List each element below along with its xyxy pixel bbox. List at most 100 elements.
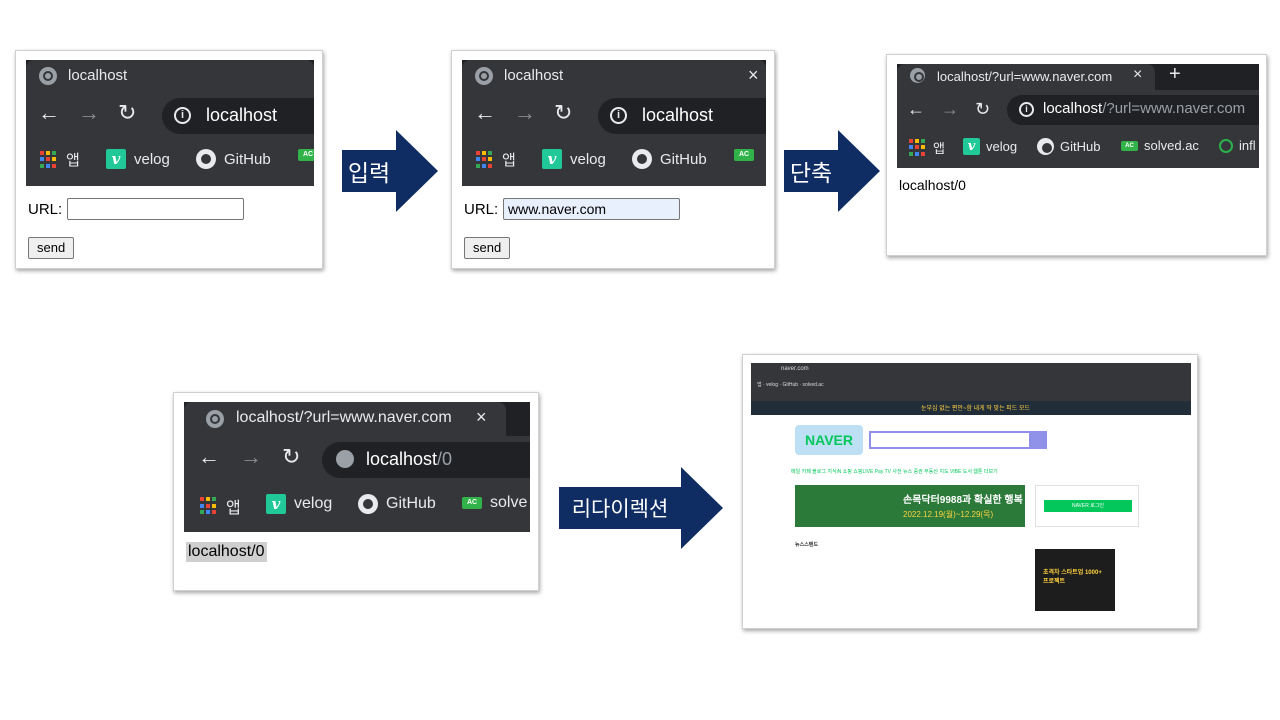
velog-icon: v bbox=[963, 138, 980, 155]
bookmark-github-label: GitHub bbox=[1060, 139, 1101, 154]
bookmark-velog[interactable]: v velog bbox=[542, 149, 606, 169]
naver-login-box: NAVER 로그인 bbox=[1035, 485, 1139, 527]
address-bar[interactable]: i localhost bbox=[162, 98, 314, 134]
reload-icon[interactable]: ↻ bbox=[118, 102, 136, 124]
reload-icon[interactable]: ↻ bbox=[975, 98, 990, 120]
arrow-input-label: 입력 bbox=[342, 150, 396, 192]
forward-arrow-icon[interactable]: → bbox=[78, 102, 100, 124]
forward-arrow-icon[interactable]: → bbox=[240, 446, 262, 468]
bookmark-solved-label: solve bbox=[490, 494, 528, 511]
naver-login-button[interactable]: NAVER 로그인 bbox=[1044, 500, 1132, 512]
tab-close-icon[interactable]: × bbox=[1133, 66, 1142, 84]
address-bar[interactable]: localhost/0 bbox=[322, 442, 530, 478]
naver-side-ad[interactable]: 초격차 스타트업 1000+ 프로젝트 bbox=[1035, 549, 1115, 611]
bookmark-github[interactable]: GitHub bbox=[358, 494, 436, 514]
url-input[interactable] bbox=[503, 198, 680, 220]
bookmark-solved-label: solved.ac bbox=[1144, 138, 1199, 153]
naver-newsstand: 뉴스스탠드 bbox=[795, 541, 1025, 611]
address-text: localhost/?url=www.naver.com bbox=[1043, 100, 1245, 117]
naver-service-menu[interactable]: 메일 카페 블로그 지식iN 쇼핑 쇼핑LIVE Pay TV 사전 뉴스 증권… bbox=[791, 468, 998, 475]
browser-window: localhost ← → ↻ i localhost 앱 v velog Gi bbox=[26, 60, 314, 186]
bookmarks-bar: 앱 v velog GitHub AC solve bbox=[184, 480, 530, 532]
bookmark-solved-ac[interactable]: AC solve bbox=[462, 494, 527, 512]
bookmark-apps[interactable]: 앱 bbox=[40, 149, 80, 170]
bookmark-velog[interactable]: v velog bbox=[266, 494, 332, 514]
bookmark-apps[interactable]: 앱 bbox=[476, 149, 516, 170]
banner-dates: 2022.12.19(월)~12.29(목) bbox=[903, 510, 994, 519]
tab-bar: localhost/?url=www.naver.com × + bbox=[897, 64, 1259, 90]
search-icon[interactable] bbox=[1029, 431, 1047, 449]
bookmark-velog[interactable]: v velog bbox=[963, 138, 1017, 155]
back-arrow-icon[interactable]: ← bbox=[474, 102, 496, 124]
bookmark-apps[interactable]: 앱 bbox=[909, 138, 945, 157]
address-path: /?url=www.naver.com bbox=[1102, 100, 1246, 117]
bookmark-velog-label: velog bbox=[134, 150, 170, 168]
send-button[interactable]: send bbox=[464, 237, 511, 259]
arrow-shorten-label: 단축 bbox=[784, 150, 838, 192]
bookmark-apps[interactable]: 앱 bbox=[200, 494, 241, 518]
tab-bar: localhost/?url=www.naver.com × bbox=[184, 402, 530, 436]
tab-close-icon[interactable]: × bbox=[748, 65, 759, 86]
bookmark-solved-ac[interactable]: AC bbox=[734, 149, 754, 161]
panel-step3-shortened: localhost/?url=www.naver.com × + ← → ↻ i… bbox=[886, 54, 1267, 256]
info-icon: i bbox=[1019, 102, 1034, 117]
bookmarks-bar: 앱 v velog GitHub AC bbox=[26, 136, 314, 186]
bookmarks-bar: 앱 · velog · GitHub · solved.ac bbox=[757, 382, 824, 388]
panel-step4-short-url: localhost/?url=www.naver.com × ← → ↻ loc… bbox=[173, 392, 539, 591]
inflearn-icon bbox=[1219, 138, 1233, 153]
forward-arrow-icon[interactable]: → bbox=[941, 98, 959, 120]
github-icon bbox=[196, 149, 216, 169]
velog-icon: v bbox=[266, 494, 286, 514]
reload-icon[interactable]: ↻ bbox=[554, 102, 572, 124]
send-button[interactable]: send bbox=[28, 237, 75, 259]
info-icon: i bbox=[610, 107, 627, 124]
address-text: naver.com bbox=[781, 366, 809, 372]
bookmark-github-label: GitHub bbox=[386, 495, 436, 512]
panel-step1-form: localhost ← → ↻ i localhost 앱 v velog Gi bbox=[15, 50, 323, 269]
back-arrow-icon[interactable]: ← bbox=[198, 446, 220, 468]
arrow-head bbox=[681, 467, 723, 549]
arrow-shorten: 단축 bbox=[784, 130, 880, 212]
browser-tab[interactable]: localhost/?url=www.naver.com × bbox=[184, 402, 506, 436]
url-label: URL: bbox=[464, 201, 499, 218]
address-bar[interactable]: i localhost/?url=www.naver.com bbox=[1007, 95, 1259, 125]
bookmark-apps-label: 앱 bbox=[226, 500, 241, 517]
browser-tab[interactable]: localhost × bbox=[462, 60, 766, 92]
bookmark-solved-ac[interactable]: AC solved.ac bbox=[1121, 138, 1199, 153]
reload-icon[interactable]: ↻ bbox=[282, 446, 300, 468]
navigation-bar: ← → ↻ localhost/0 bbox=[184, 436, 530, 480]
new-tab-icon[interactable]: + bbox=[1169, 64, 1181, 86]
bookmark-velog[interactable]: v velog bbox=[106, 149, 170, 169]
browser-window: localhost × ← → ↻ i localhost 앱 v velog bbox=[462, 60, 766, 186]
panel-naver-result: naver.com 앱 · velog · GitHub · solved.ac… bbox=[742, 354, 1198, 629]
velog-icon: v bbox=[106, 149, 126, 169]
browser-tab[interactable]: localhost bbox=[26, 60, 314, 92]
url-input[interactable] bbox=[67, 198, 244, 220]
address-bar[interactable]: i localhost bbox=[598, 98, 766, 134]
globe-icon bbox=[39, 67, 57, 85]
browser-tab[interactable]: localhost/?url=www.naver.com × bbox=[897, 64, 1155, 90]
bookmark-github[interactable]: GitHub bbox=[196, 149, 271, 169]
naver-logo[interactable]: NAVER bbox=[795, 425, 863, 455]
naver-search-input[interactable] bbox=[869, 431, 1045, 449]
back-arrow-icon[interactable]: ← bbox=[907, 98, 925, 120]
forward-arrow-icon[interactable]: → bbox=[514, 102, 536, 124]
tab-close-icon[interactable]: × bbox=[476, 407, 487, 428]
bookmark-github[interactable]: GitHub bbox=[632, 149, 707, 169]
bookmark-infl-label: infl bbox=[1239, 138, 1256, 153]
back-arrow-icon[interactable]: ← bbox=[38, 102, 60, 124]
bookmark-velog-label: velog bbox=[570, 150, 606, 168]
info-icon: i bbox=[174, 107, 191, 124]
bookmark-inflearn[interactable]: infl bbox=[1219, 138, 1256, 153]
bookmark-solved-ac[interactable]: AC bbox=[298, 149, 314, 161]
bookmark-apps-label: 앱 bbox=[66, 152, 80, 169]
arrow-input: 입력 bbox=[342, 130, 438, 212]
arrow-redirect: 리다이렉션 bbox=[559, 467, 723, 549]
globe-icon bbox=[910, 68, 925, 83]
apps-grid-icon bbox=[476, 150, 494, 169]
naver-ad-banner[interactable]: 손목닥터9988과 확실한 행복 2022.12.19(월)~12.29(목) bbox=[795, 485, 1025, 527]
bookmark-github[interactable]: GitHub bbox=[1037, 138, 1100, 155]
address-host: localhost bbox=[1043, 100, 1103, 117]
apps-grid-icon bbox=[909, 138, 927, 157]
bookmark-github-label: GitHub bbox=[660, 150, 707, 168]
